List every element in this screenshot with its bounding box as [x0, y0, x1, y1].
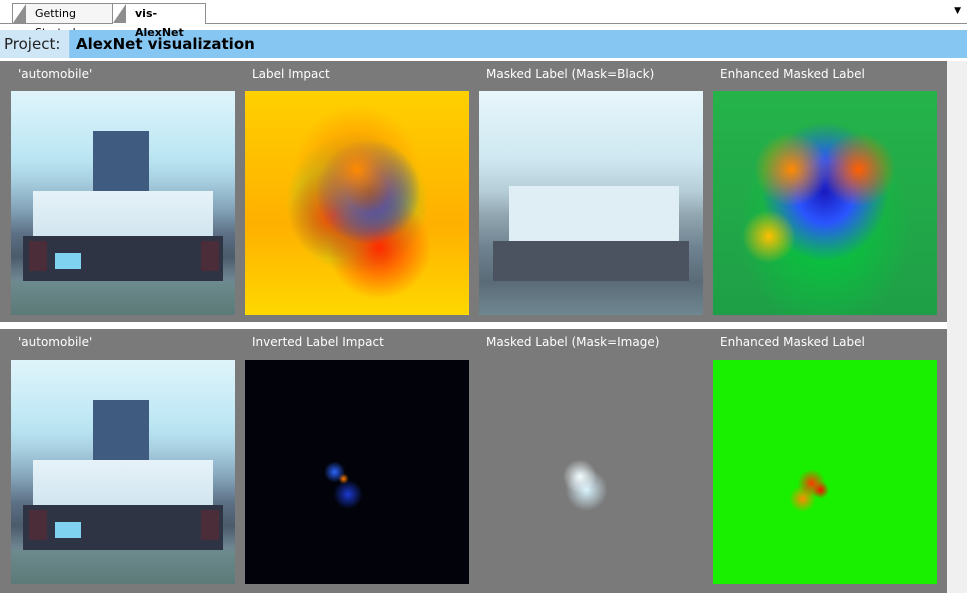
cell-label: Masked Label (Mask=Black) [486, 67, 655, 81]
cell-label: Enhanced Masked Label [720, 335, 865, 349]
tab-vis-alexnet[interactable]: vis-AlexNet [112, 3, 206, 39]
cell-label: Inverted Label Impact [252, 335, 384, 349]
cell-label: 'automobile' [18, 335, 93, 349]
cell-label: Label Impact [252, 67, 330, 81]
enhanced-masked-label-image [713, 91, 937, 315]
cell-label: 'automobile' [18, 67, 93, 81]
label-impact-image [245, 91, 469, 315]
inverted-label-impact-image [245, 360, 469, 584]
cell-label: Enhanced Masked Label [720, 67, 865, 81]
masked-label-image-image [479, 360, 703, 584]
input-image-automobile [11, 360, 235, 584]
enhanced-masked-label-image [713, 360, 937, 584]
masked-label-black-image [479, 91, 703, 315]
cell-label: Masked Label (Mask=Image) [486, 335, 660, 349]
chevron-down-icon[interactable]: ▼ [954, 6, 961, 16]
input-image-automobile [11, 91, 235, 315]
visualization-row-1: 'automobile' Label Impact Masked Label (… [0, 61, 947, 322]
visualization-row-2: 'automobile' Inverted Label Impact Maske… [0, 329, 947, 593]
project-label-box: Project: [0, 30, 70, 58]
tab-getting-started[interactable]: Getting Started [12, 3, 120, 39]
tab-bar: Getting Started vis-AlexNet ▼ [0, 0, 967, 39]
vertical-scrollbar[interactable] [947, 61, 967, 593]
project-label: Project: [4, 35, 61, 53]
tab-vis-alexnet-label: vis-AlexNet [135, 7, 184, 39]
